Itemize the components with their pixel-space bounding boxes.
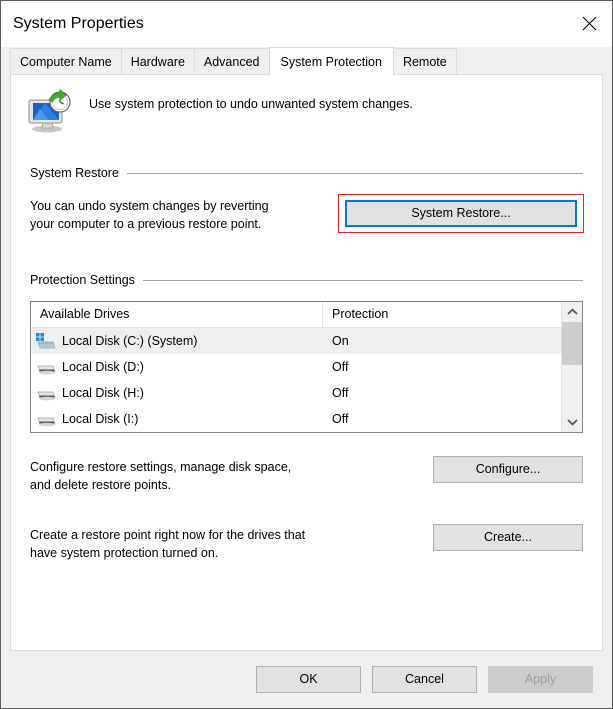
create-description-line1: Create a restore point right now for the… (30, 528, 306, 542)
system-restore-description-line2: your computer to a previous restore poin… (30, 217, 262, 231)
scrollbar-track[interactable] (562, 322, 582, 412)
configure-button[interactable]: Configure... (433, 456, 583, 483)
column-header-available-drives[interactable]: Available Drives (31, 302, 323, 327)
title-bar: System Properties (1, 1, 612, 47)
drive-name-cell: Local Disk (H:) (31, 384, 323, 402)
protection-settings-group: Protection Settings Available Drives Pro… (30, 273, 583, 562)
panel-header-text: Use system protection to undo unwanted s… (89, 97, 413, 111)
system-drive-icon (35, 332, 57, 350)
table-row[interactable]: Local Disk (D:) Off (31, 354, 561, 380)
system-restore-group-label: System Restore (30, 166, 119, 180)
close-icon[interactable] (566, 1, 612, 46)
system-restore-row: You can undo system changes by reverting… (30, 194, 584, 233)
table-row[interactable]: Local Disk (C:) (System) On (31, 328, 561, 354)
window-title: System Properties (13, 15, 144, 32)
protection-settings-group-label: Protection Settings (30, 273, 135, 287)
drive-icon (35, 384, 57, 402)
tab-hardware[interactable]: Hardware (120, 48, 195, 75)
group-divider-line (126, 172, 583, 174)
tab-advanced[interactable]: Advanced (193, 48, 270, 75)
drive-name-label: Local Disk (D:) (62, 360, 144, 374)
chevron-down-icon[interactable] (562, 412, 582, 432)
drive-name-label: Local Disk (I:) (62, 412, 139, 426)
chevron-up-icon[interactable] (562, 302, 582, 322)
configure-row: Configure restore settings, manage disk … (30, 455, 583, 494)
panel-header: Use system protection to undo unwanted s… (11, 75, 602, 136)
drive-name-label: Local Disk (H:) (62, 386, 144, 400)
system-restore-description-line1: You can undo system changes by reverting (30, 199, 269, 213)
drive-protection-cell: Off (332, 386, 349, 400)
tab-strip: Computer Name Hardware Advanced System P… (1, 47, 612, 76)
drives-list-main: Available Drives Protection Local Disk (… (31, 302, 561, 432)
system-restore-body: You can undo system changes by reverting… (30, 180, 584, 233)
system-protection-icon (25, 88, 73, 136)
tab-computer-name[interactable]: Computer Name (10, 48, 122, 75)
column-header-protection[interactable]: Protection (323, 302, 561, 327)
protection-settings-body: Available Drives Protection Local Disk (… (30, 287, 583, 562)
drive-protection-cell: Off (332, 412, 349, 426)
system-restore-group-title: System Restore (30, 166, 583, 180)
drive-name-cell: Local Disk (D:) (31, 358, 323, 376)
system-restore-annotation-box: System Restore... (338, 194, 584, 233)
cancel-button[interactable]: Cancel (372, 666, 477, 693)
configure-description-line2: and delete restore points. (30, 478, 172, 492)
group-divider-line (142, 279, 583, 281)
system-restore-description: You can undo system changes by reverting… (30, 194, 269, 233)
create-description: Create a restore point right now for the… (30, 523, 305, 562)
system-protection-panel: Use system protection to undo unwanted s… (10, 74, 603, 651)
drive-protection-cell: Off (332, 360, 349, 374)
create-button[interactable]: Create... (433, 524, 583, 551)
available-drives-list[interactable]: Available Drives Protection Local Disk (… (30, 301, 583, 433)
tab-system-protection[interactable]: System Protection (268, 47, 394, 76)
drive-icon (35, 358, 57, 376)
drive-name-label: Local Disk (C:) (System) (62, 334, 198, 348)
drive-icon (35, 410, 57, 428)
configure-description-line1: Configure restore settings, manage disk … (30, 460, 292, 474)
create-description-line2: have system protection turned on. (30, 546, 219, 560)
create-row: Create a restore point right now for the… (30, 523, 583, 562)
system-properties-window: System Properties Computer Name Hardware… (0, 0, 613, 709)
drive-name-cell: Local Disk (C:) (System) (31, 332, 323, 350)
tab-remote[interactable]: Remote (392, 48, 457, 75)
apply-button: Apply (488, 666, 593, 693)
drive-name-cell: Local Disk (I:) (31, 410, 323, 428)
dialog-button-bar: OK Cancel Apply (1, 651, 612, 708)
drive-protection-cell: On (332, 334, 349, 348)
system-restore-group: System Restore You can undo system chang… (30, 166, 584, 233)
ok-button[interactable]: OK (256, 666, 361, 693)
drives-list-scrollbar[interactable] (561, 302, 582, 432)
table-row[interactable]: Local Disk (H:) Off (31, 380, 561, 406)
protection-settings-group-title: Protection Settings (30, 273, 583, 287)
system-restore-button[interactable]: System Restore... (345, 200, 577, 227)
table-row[interactable]: Local Disk (I:) Off (31, 406, 561, 432)
drives-list-header: Available Drives Protection (31, 302, 561, 328)
scrollbar-thumb[interactable] (562, 322, 582, 365)
configure-description: Configure restore settings, manage disk … (30, 455, 291, 494)
